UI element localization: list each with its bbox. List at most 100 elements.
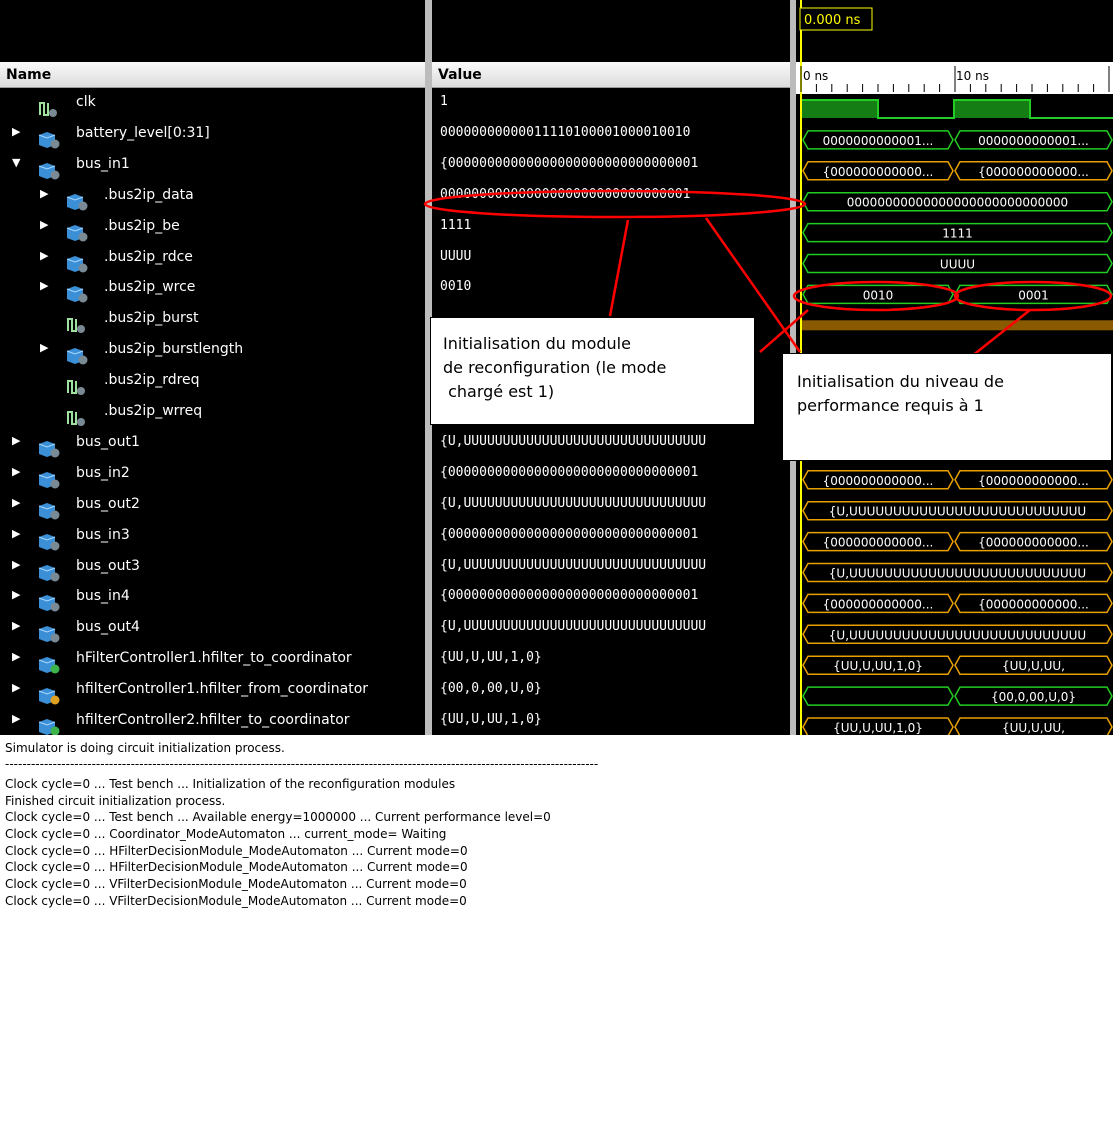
waveform-bus2ip-rdce: UUUU: [802, 253, 1113, 274]
signal-row[interactable]: ▶ bus_out4: [0, 619, 425, 649]
bus-value-label: 0000000000001...: [823, 134, 934, 148]
name-pane-toolbar-area: [0, 0, 425, 62]
signal-value[interactable]: 1: [432, 94, 790, 124]
expand-arrow-icon[interactable]: ▶: [40, 341, 48, 354]
signal-value[interactable]: {U,UUUUUUUUUUUUUUUUUUUUUUUUUUUUUUU: [432, 558, 790, 588]
expand-arrow-icon[interactable]: ▶: [40, 279, 48, 292]
signal-row[interactable]: ▶ bus_out3: [0, 558, 425, 588]
expand-arrow-icon[interactable]: ▶: [12, 496, 20, 509]
signal-value[interactable]: 00000000000000000000000000000001: [432, 187, 790, 217]
callout-reconfiguration-line-3: chargé est 1): [443, 382, 555, 401]
signal-value[interactable]: {UU,U,UU,1,0}: [432, 712, 790, 735]
record-signal-icon: [38, 687, 62, 709]
callout-performance-line-1: Initialisation du niveau de: [797, 372, 1004, 391]
bus-value-label: 00000000000000000000000000000: [847, 196, 1068, 210]
value-column-header[interactable]: Value: [432, 62, 790, 88]
waveform-window: Name Value clk ▶ battery_level[0:31] ▼ bus_i…: [0, 0, 1113, 735]
callout-reconfiguration: Initialisation du module de reconfigurat…: [430, 317, 755, 425]
expand-arrow-icon[interactable]: ▶: [12, 619, 20, 632]
waveform-clk: [802, 99, 1113, 119]
signal-row[interactable]: ▶ bus_in3: [0, 527, 425, 557]
signal-row[interactable]: .bus2ip_rdreq: [0, 372, 425, 402]
name-column-header[interactable]: Name: [0, 62, 425, 88]
signal-name: bus_out1: [76, 433, 140, 450]
expand-arrow-icon[interactable]: ▶: [12, 558, 20, 571]
signal-row[interactable]: ▶ bus_out2: [0, 496, 425, 526]
expand-arrow-icon[interactable]: ▶: [40, 249, 48, 262]
bus-signal-icon: [38, 625, 62, 647]
expand-arrow-icon[interactable]: ▶: [12, 125, 20, 138]
signal-name: .bus2ip_data: [104, 186, 194, 203]
signal-value[interactable]: UUUU: [432, 249, 790, 279]
console-panel: Simulator is doing circuit initializatio…: [0, 735, 1113, 1129]
logic-signal-icon: [38, 100, 60, 122]
signal-row[interactable]: ▶ .bus2ip_be: [0, 218, 425, 248]
bus-value-label: {000000000000...: [823, 474, 934, 488]
bus-value-label: {UU,U,UU,: [1002, 659, 1065, 673]
callout-reconfiguration-line-1: Initialisation du module: [443, 334, 631, 353]
expand-arrow-icon[interactable]: ▶: [12, 527, 20, 540]
bus-signal-icon: [38, 502, 62, 524]
signal-value[interactable]: 00000000000011110100001000010010: [432, 125, 790, 155]
signal-row[interactable]: ▶ hfilterController1.hfilter_from_coordin…: [0, 681, 425, 711]
bus-value-label: {U,UUUUUUUUUUUUUUUUUUUUUUUUUUU: [829, 567, 1086, 581]
waveform-bus-in2: {000000000000... {000000000000...: [802, 470, 1113, 490]
waveform-bus2ip-wrce: 0010 0001: [802, 284, 1113, 305]
bus-signal-icon: [38, 162, 62, 184]
expand-arrow-icon[interactable]: ▶: [12, 434, 20, 447]
signal-row[interactable]: ▶ .bus2ip_rdce: [0, 249, 425, 279]
signal-row[interactable]: ▶ bus_out1: [0, 434, 425, 464]
signal-name: bus_out2: [76, 495, 140, 512]
callout-performance: Initialisation du niveau de performance …: [782, 353, 1112, 461]
console-separator: ----------------------------------------…: [5, 757, 599, 771]
waveform-hfiltercontroller2-hfilter-to-coordinator: {UU,U,UU,1,0} {UU,U,UU,: [802, 717, 1113, 735]
console-line: Clock cycle=0 ... HFilterDecisionModule_…: [5, 844, 468, 858]
expand-arrow-icon[interactable]: ▶: [40, 187, 48, 200]
expand-arrow-icon[interactable]: ▶: [12, 465, 20, 478]
signal-row[interactable]: ▶ hfilterController2.hfilter_to_coordinat…: [0, 712, 425, 735]
signal-row[interactable]: ▶ bus_in2: [0, 465, 425, 495]
collapse-arrow-icon[interactable]: ▼: [12, 156, 20, 169]
signal-value[interactable]: {00000000000000000000000000000001: [432, 588, 790, 618]
bus-value-label: {000000000000...: [978, 165, 1089, 179]
expand-arrow-icon[interactable]: ▶: [40, 218, 48, 231]
waveform-battery-level-0-31: 0000000000001... 0000000000001...: [802, 130, 1113, 150]
signal-row[interactable]: ▶ battery_level[0:31]: [0, 125, 425, 155]
signal-row[interactable]: ▶ hFilterController1.hfilter_to_coordinat…: [0, 650, 425, 680]
signal-row[interactable]: ▶ .bus2ip_wrce: [0, 279, 425, 309]
console-line: Clock cycle=0 ... VFilterDecisionModule_…: [5, 877, 467, 891]
expand-arrow-icon[interactable]: ▶: [12, 588, 20, 601]
signal-row[interactable]: ▶ bus_in4: [0, 588, 425, 618]
signal-value[interactable]: {00,0,00,U,0}: [432, 681, 790, 711]
expand-arrow-icon[interactable]: ▶: [12, 681, 20, 694]
signal-value[interactable]: {00000000000000000000000000000001: [432, 465, 790, 495]
signal-value[interactable]: {00000000000000000000000000000001: [432, 527, 790, 557]
signal-name: hFilterController1.hfilter_to_coordinato…: [76, 650, 352, 667]
signal-value[interactable]: {00000000000000000000000000000001: [432, 156, 790, 186]
bus-signal-icon: [66, 255, 90, 277]
signal-value[interactable]: {U,UUUUUUUUUUUUUUUUUUUUUUUUUUUUUUU: [432, 496, 790, 526]
signal-row[interactable]: ▼ bus_in1: [0, 156, 425, 186]
tick-label-10ns: 10 ns: [956, 69, 989, 83]
signal-name: .bus2ip_burst: [104, 310, 199, 327]
signal-row[interactable]: ▶ .bus2ip_data: [0, 187, 425, 217]
signal-row[interactable]: .bus2ip_burst: [0, 310, 425, 340]
signal-row[interactable]: clk: [0, 94, 425, 124]
waveform-bus-out3: {U,UUUUUUUUUUUUUUUUUUUUUUUUUUU: [802, 562, 1113, 583]
console-line: Clock cycle=0 ... Coordinator_ModeAutoma…: [5, 827, 447, 841]
signal-value[interactable]: {U,UUUUUUUUUUUUUUUUUUUUUUUUUUUUUUU: [432, 434, 790, 464]
bus-signal-icon: [38, 131, 62, 153]
bus-value-label: {00,0,00,U,0}: [991, 690, 1076, 704]
expand-arrow-icon[interactable]: ▶: [12, 712, 20, 725]
signal-value[interactable]: {U,UUUUUUUUUUUUUUUUUUUUUUUUUUUUUUU: [432, 619, 790, 649]
signal-value[interactable]: 1111: [432, 218, 790, 248]
expand-arrow-icon[interactable]: ▶: [12, 650, 20, 663]
signal-value[interactable]: 0010: [432, 279, 790, 309]
signal-row[interactable]: ▶ .bus2ip_burstlength: [0, 341, 425, 371]
waveform-bus2ip-be: 1111: [802, 222, 1113, 243]
signal-name: .bus2ip_be: [104, 217, 180, 234]
signal-name: bus_in2: [76, 464, 130, 481]
signal-value[interactable]: {UU,U,UU,1,0}: [432, 650, 790, 680]
signal-name: bus_in1: [76, 155, 130, 172]
signal-row[interactable]: .bus2ip_wrreq: [0, 403, 425, 433]
